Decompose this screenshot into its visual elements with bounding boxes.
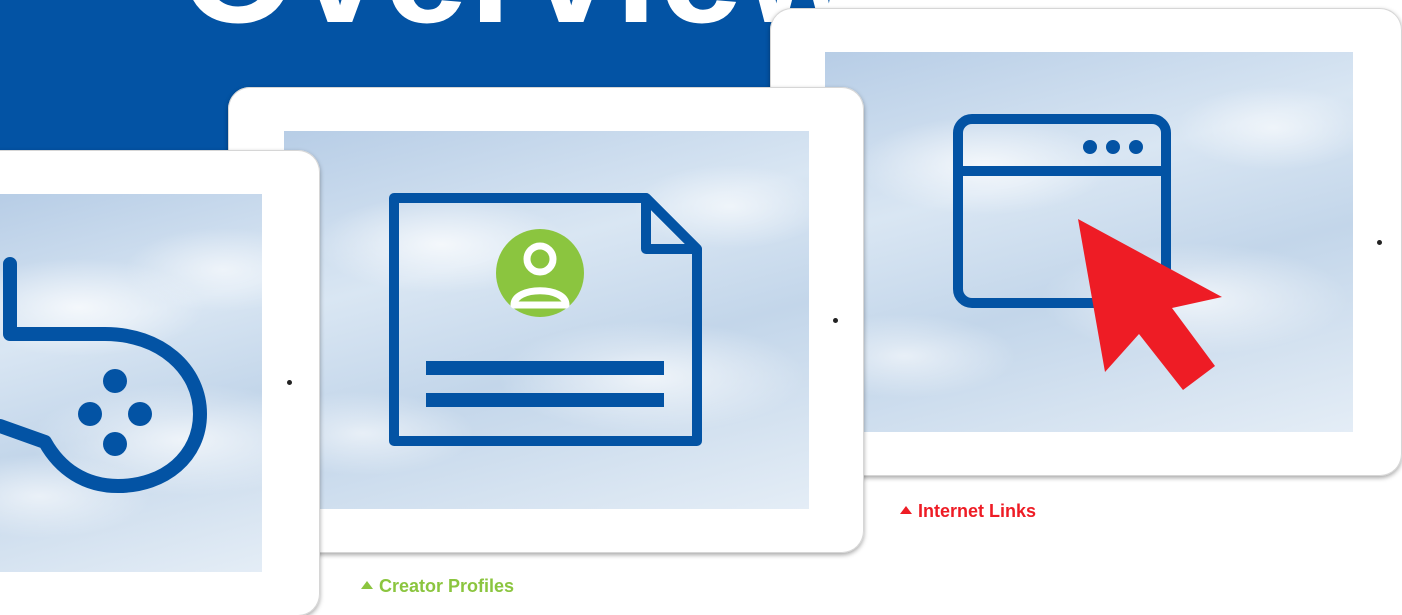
- home-button: [287, 380, 292, 385]
- triangle-up-icon: [900, 506, 912, 514]
- game-controller-icon: [0, 257, 207, 493]
- stage: Overview: [0, 0, 1402, 615]
- tablet-screen: [0, 194, 262, 572]
- caption-creator-profiles: Creator Profiles: [361, 576, 514, 597]
- page-title: Overview: [180, 0, 840, 45]
- tablet-games: [0, 150, 320, 615]
- tablet-internet-links: [770, 8, 1402, 476]
- caption-label: Creator Profiles: [379, 576, 515, 596]
- profile-document-icon: [389, 193, 702, 446]
- home-button: [1377, 240, 1382, 245]
- triangle-up-icon: [361, 581, 373, 589]
- home-button: [833, 318, 838, 323]
- caption-internet-links: Internet Links: [900, 501, 1036, 522]
- tablet-screen: [825, 52, 1353, 432]
- tablet-screen: [284, 131, 809, 509]
- tablet-creator-profiles: [228, 87, 864, 553]
- browser-window-cursor-icon: [953, 114, 1222, 390]
- caption-label: Internet Links: [918, 501, 1037, 521]
